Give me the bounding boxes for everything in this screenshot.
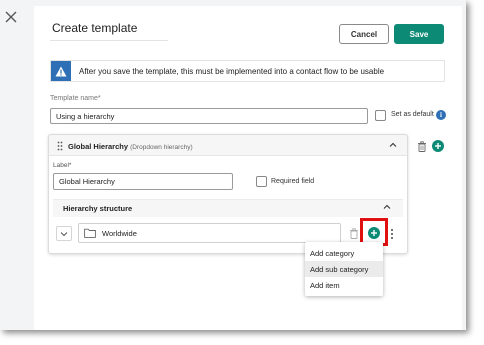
label-input-value: Global Hierarchy bbox=[59, 177, 115, 186]
add-context-menu: Add category Add sub category Add item bbox=[305, 242, 383, 296]
label-input[interactable]: Global Hierarchy bbox=[53, 173, 233, 190]
field-card-subtitle: (Dropdown hierarchy) bbox=[130, 144, 193, 151]
title-divider bbox=[50, 40, 168, 41]
dialog-title: Create template bbox=[52, 21, 138, 35]
set-default-checkbox[interactable] bbox=[375, 110, 386, 121]
template-name-label: Template name* bbox=[50, 95, 101, 102]
menu-item-add-sub-category[interactable]: Add sub category bbox=[305, 261, 383, 277]
collapse-hierarchy-chevron-up-icon[interactable] bbox=[383, 203, 391, 211]
expand-row-button[interactable] bbox=[56, 226, 72, 241]
alert-text: After you save the template, this must b… bbox=[79, 66, 385, 76]
delete-row-trash-icon[interactable] bbox=[349, 228, 359, 239]
collapse-card-chevron-up-icon[interactable] bbox=[389, 141, 397, 149]
required-field-label: Required field bbox=[271, 178, 315, 185]
add-row-plus-icon[interactable] bbox=[368, 227, 380, 239]
cancel-button[interactable]: Cancel bbox=[339, 24, 389, 44]
info-icon[interactable]: i bbox=[436, 110, 446, 120]
warning-icon bbox=[51, 61, 71, 81]
field-card-title: Global Hierarchy (Dropdown hierarchy) bbox=[68, 142, 193, 151]
close-icon[interactable] bbox=[4, 10, 18, 24]
hierarchy-row-value: Worldwide bbox=[102, 228, 137, 238]
more-options-icon[interactable] bbox=[390, 228, 394, 240]
delete-field-trash-icon[interactable] bbox=[417, 141, 427, 152]
hierarchy-structure-title: Hierarchy structure bbox=[63, 204, 133, 213]
add-field-plus-icon[interactable] bbox=[432, 140, 444, 152]
save-button[interactable]: Save bbox=[394, 24, 444, 44]
required-field-checkbox[interactable] bbox=[256, 176, 267, 187]
folder-icon bbox=[84, 228, 96, 238]
chevron-down-icon bbox=[60, 231, 68, 236]
template-name-input[interactable]: Using a hierarchy bbox=[50, 108, 368, 124]
template-name-value: Using a hierarchy bbox=[56, 111, 115, 121]
field-card-name: Global Hierarchy bbox=[68, 142, 129, 151]
menu-item-add-item[interactable]: Add item bbox=[305, 277, 383, 293]
info-alert: After you save the template, this must b… bbox=[50, 60, 445, 82]
drag-handle-icon[interactable] bbox=[57, 141, 63, 151]
set-default-label: Set as default bbox=[391, 111, 434, 118]
label-caption: Label* bbox=[53, 162, 72, 169]
menu-item-add-category[interactable]: Add category bbox=[305, 245, 383, 261]
hierarchy-row-input[interactable]: Worldwide bbox=[78, 223, 341, 243]
